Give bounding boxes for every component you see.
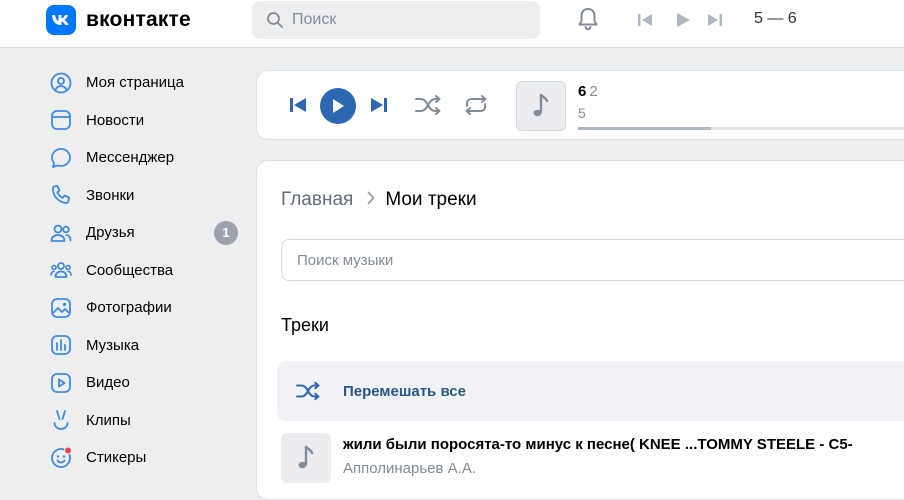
sidebar-item-messenger[interactable]: Мессенджер <box>40 139 246 177</box>
search-icon <box>267 12 283 28</box>
photos-icon <box>49 296 73 320</box>
sidebar-item-label: Друзья <box>86 224 135 242</box>
music-content: Главная Мои треки Треки Перемешать все ж… <box>256 160 904 500</box>
breadcrumb-current: Мои треки <box>385 189 477 210</box>
profile-icon <box>49 71 73 95</box>
audio-player: 62 5 <box>256 70 904 140</box>
sidebar-item-video[interactable]: Видео <box>40 364 246 402</box>
logo-text: вконтакте <box>86 8 191 31</box>
play-icon <box>333 99 344 113</box>
sidebar-item-communities[interactable]: Сообщества <box>40 252 246 290</box>
shuffle-all-label: Перемешать все <box>343 382 466 400</box>
sidebar-item-label: Моя страница <box>86 74 184 92</box>
now-playing-title[interactable]: 62 <box>578 83 598 100</box>
chevron-right-icon <box>367 189 375 211</box>
communities-icon <box>49 258 73 282</box>
vk-logo[interactable]: вконтакте <box>46 5 191 35</box>
header-now-playing[interactable]: 5 — 6 <box>754 10 797 28</box>
sidebar-item-news[interactable]: Новости <box>40 102 246 140</box>
sidebar-item-label: Стикеры <box>86 449 147 467</box>
search-input[interactable] <box>292 11 512 29</box>
playback-progress-bar[interactable] <box>578 127 904 130</box>
top-bar: вконтакте 5 — 6 <box>0 0 904 48</box>
sidebar-item-label: Мессенджер <box>86 149 175 167</box>
track-cover[interactable] <box>281 433 331 483</box>
phone-icon <box>49 183 73 207</box>
track-title: 6 <box>578 83 587 100</box>
messenger-icon <box>49 146 73 170</box>
track-row[interactable]: жили были поросята-то минус к песне( KNE… <box>281 433 904 483</box>
music-note-icon <box>533 93 549 117</box>
sidebar-item-stickers[interactable]: Стикеры <box>40 439 246 477</box>
clips-icon <box>49 408 73 432</box>
friends-count-badge: 1 <box>214 220 238 245</box>
track-artist[interactable]: Апполинарьев А.А. <box>343 460 476 477</box>
sidebar-item-photos[interactable]: Фотографии <box>40 289 246 327</box>
sidebar-item-clips[interactable]: Клипы <box>40 402 246 440</box>
sidebar-item-calls[interactable]: Звонки <box>40 177 246 215</box>
music-icon <box>49 333 73 357</box>
shuffle-icon <box>296 381 320 401</box>
track-cover[interactable] <box>516 81 566 131</box>
next-track-icon[interactable] <box>370 97 388 118</box>
track-title: жили были поросята-то минус к песне( KNE… <box>343 436 853 453</box>
vk-logo-icon <box>46 5 76 35</box>
sidebar-item-label: Музыка <box>86 336 140 354</box>
tracks-section-title: Треки <box>281 315 329 335</box>
shuffle-all-button[interactable]: Перемешать все <box>277 361 904 421</box>
sidebar-item-label: Сообщества <box>86 261 174 279</box>
sidebar-item-label: Звонки <box>86 186 135 204</box>
shuffle-icon[interactable] <box>414 94 442 121</box>
sidebar-item-music[interactable]: Музыка <box>40 327 246 365</box>
track-title-extra: 2 <box>589 83 598 100</box>
playback-progress-fill <box>578 127 711 130</box>
breadcrumb-home-link[interactable]: Главная <box>281 189 353 211</box>
header-next-icon[interactable] <box>706 12 724 33</box>
sidebar-item-friends[interactable]: Друзья 1 <box>40 214 246 252</box>
music-search-input[interactable] <box>297 251 797 269</box>
repeat-icon[interactable] <box>462 94 490 121</box>
sidebar-item-label: Видео <box>86 374 130 392</box>
music-note-icon <box>298 445 314 469</box>
sidebar-item-label: Клипы <box>86 411 131 429</box>
now-playing-artist[interactable]: 5 <box>578 105 586 121</box>
music-search-box[interactable] <box>281 239 904 281</box>
video-icon <box>49 371 73 395</box>
previous-track-icon[interactable] <box>289 97 307 118</box>
play-button[interactable] <box>320 88 356 124</box>
left-sidebar: Моя страница Новости Мессенджер Звонки Д… <box>40 64 246 477</box>
sidebar-item-label: Новости <box>86 111 145 129</box>
breadcrumb: Главная Мои треки <box>281 189 477 211</box>
notifications-bell-icon[interactable] <box>574 5 602 38</box>
sidebar-item-my-page[interactable]: Моя страница <box>40 64 246 102</box>
news-icon <box>49 108 73 132</box>
stickers-icon <box>49 446 73 470</box>
friends-icon <box>49 221 73 245</box>
global-search[interactable] <box>252 1 540 39</box>
sidebar-item-label: Фотографии <box>86 299 172 317</box>
header-prev-icon[interactable] <box>636 12 654 33</box>
header-play-icon[interactable] <box>675 11 691 34</box>
